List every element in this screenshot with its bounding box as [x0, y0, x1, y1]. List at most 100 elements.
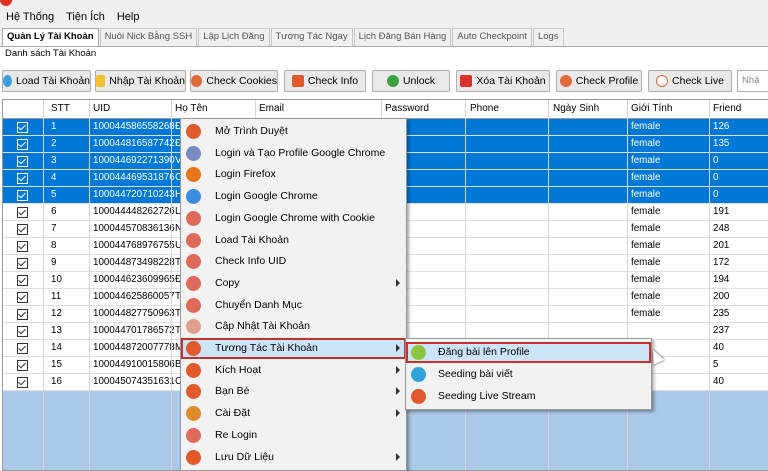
col-uid[interactable]: UID	[93, 103, 110, 114]
menu-item-14[interactable]: Re Login	[181, 425, 406, 446]
load-accounts-button[interactable]: Load Tài Khoản	[2, 70, 91, 92]
col-gender[interactable]: Giới Tính	[631, 103, 672, 114]
row-checkbox[interactable]	[17, 122, 28, 133]
row-checkbox[interactable]	[17, 173, 28, 184]
menu-item-label: Kích Hoạt	[215, 363, 262, 376]
col-stt[interactable]: STT	[51, 103, 70, 114]
menu-item-12[interactable]: Bạn Bè	[181, 381, 406, 402]
cell-gender: female	[631, 274, 661, 285]
row-checkbox[interactable]	[17, 309, 28, 320]
menu-item-7[interactable]: Copy	[181, 273, 406, 294]
row-checkbox[interactable]	[17, 224, 28, 235]
col-birthday[interactable]: Ngày Sinh	[553, 103, 599, 114]
search-input[interactable]: Nhậ	[737, 70, 768, 92]
row-checkbox[interactable]	[17, 292, 28, 303]
check-live-button[interactable]: Check Live	[648, 70, 732, 92]
row-checkbox[interactable]	[17, 258, 28, 269]
cell-uid: 100044701786572	[93, 325, 175, 336]
cell-friend: 0	[713, 189, 719, 200]
play-icon	[411, 345, 426, 360]
menu-item-4[interactable]: Login Google Chrome with Cookie	[181, 208, 406, 229]
menu-item-label: Chuyển Danh Mục	[215, 298, 302, 311]
check-profile-button[interactable]: Check Profile	[556, 70, 642, 92]
cell-stt: 10	[51, 274, 62, 285]
row-checkbox[interactable]	[17, 190, 28, 201]
menu-item-6[interactable]: Check Info UID	[181, 251, 406, 272]
tab-3[interactable]: Tương Tác Ngay	[270, 28, 353, 46]
check-profile-label: Check Profile	[575, 75, 639, 87]
menu-item-8[interactable]: Chuyển Danh Mục	[181, 295, 406, 316]
row-checkbox[interactable]	[17, 360, 28, 371]
tab-2[interactable]: Lập Lịch Đăng	[198, 28, 270, 46]
menu-item-1[interactable]: Login và Tạo Profile Google Chrome	[181, 143, 406, 164]
row-checkbox[interactable]	[17, 275, 28, 286]
cell-friend: 248	[713, 223, 730, 234]
context-menu: Mở Trình Duyệt Login và Tạo Profile Googl…	[180, 118, 407, 471]
tab-4[interactable]: Lịch Đăng Bán Hàng	[353, 28, 452, 46]
menu-item-label: Lưu Dữ Liệu	[215, 450, 275, 463]
menu-item-label: Check Info UID	[215, 255, 287, 268]
cell-friend: 201	[713, 240, 730, 251]
menu-item-label: Bạn Bè	[215, 385, 250, 398]
tab-0[interactable]: Quản Lý Tài Khoản	[2, 28, 99, 47]
reload-icon	[186, 232, 201, 248]
tab-6[interactable]: Logs	[532, 28, 564, 46]
submenu-item-1[interactable]: Seeding bài viết	[406, 364, 651, 385]
menu-item-15[interactable]: Lưu Dữ Liệu	[181, 447, 406, 468]
menu-item-0[interactable]: Mở Trình Duyệt	[181, 121, 406, 142]
col-friend[interactable]: Friend	[713, 103, 741, 114]
tab-1[interactable]: Nuôi Nick Bằng SSH	[99, 28, 198, 46]
submenu-item-0[interactable]: Đăng bài lên Profile	[406, 342, 651, 363]
row-checkbox[interactable]	[17, 156, 28, 167]
row-checkbox[interactable]	[17, 207, 28, 218]
cell-gender: female	[631, 308, 661, 319]
row-checkbox[interactable]	[17, 241, 28, 252]
col-password[interactable]: Password	[385, 103, 429, 114]
submenu-arrow-icon	[396, 409, 400, 418]
menu-item-9[interactable]: Cập Nhật Tài Khoản	[181, 316, 406, 337]
users-icon	[186, 341, 201, 356]
tab-5[interactable]: Auto Checkpoint	[452, 28, 532, 46]
cell-friend: 0	[713, 172, 719, 183]
check-info-button[interactable]: Check Info	[284, 70, 366, 92]
submenu-item-2[interactable]: Seeding Live Stream	[406, 386, 651, 407]
row-checkbox[interactable]	[17, 377, 28, 388]
copy-icon	[186, 275, 201, 291]
menu-item-11[interactable]: Kích Hoạt	[181, 360, 406, 381]
menu-item-13[interactable]: Cài Đặt	[181, 403, 406, 424]
cell-stt: 12	[51, 308, 62, 319]
menu-item-5[interactable]: Load Tài Khoản	[181, 230, 406, 251]
cell-uid: 100044625860057	[93, 291, 175, 302]
cell-friend: 194	[713, 274, 730, 285]
check-cookies-button[interactable]: Check Cookies	[190, 70, 278, 92]
play-icon	[386, 75, 399, 87]
cell-friend: 135	[713, 138, 730, 149]
toolbar: Load Tài Khoản Nhập Tài Khoản Check Cook…	[0, 66, 768, 96]
row-checkbox[interactable]	[17, 343, 28, 354]
unlock-label: Unlock	[402, 75, 436, 87]
col-phone[interactable]: Phone	[470, 103, 499, 114]
menu-0[interactable]: Hệ Thống	[0, 9, 60, 27]
import-accounts-button[interactable]: Nhập Tài Khoản	[95, 70, 186, 92]
cell-uid: 100044768976755	[93, 240, 175, 251]
delete-account-button[interactable]: Xóa Tài Khoản	[456, 70, 550, 92]
col-name[interactable]: Họ Tên	[175, 103, 208, 114]
menu-item-label: Copy	[215, 276, 240, 289]
menu-1[interactable]: Tiện Ích	[60, 9, 111, 27]
row-checkbox[interactable]	[17, 139, 28, 150]
cell-stt: 11	[51, 291, 62, 302]
submenu-arrow-icon	[396, 278, 400, 287]
cell-gender: female	[631, 291, 661, 302]
row-checkbox[interactable]	[17, 326, 28, 337]
unlock-button[interactable]: Unlock	[372, 70, 450, 92]
col-email[interactable]: Email	[259, 103, 284, 114]
menu-item-10[interactable]: Tương Tác Tài Khoản	[181, 338, 406, 359]
cell-friend: 172	[713, 257, 730, 268]
cell-uid: 100044570836136	[93, 223, 175, 234]
menu-bar: Hệ Thống Tiện Ích Help	[0, 9, 145, 27]
cookie-icon	[191, 75, 203, 87]
reload-icon	[3, 75, 13, 87]
menu-item-3[interactable]: Login Google Chrome	[181, 186, 406, 207]
menu-2[interactable]: Help	[111, 9, 146, 27]
menu-item-2[interactable]: Login Firefox	[181, 164, 406, 185]
